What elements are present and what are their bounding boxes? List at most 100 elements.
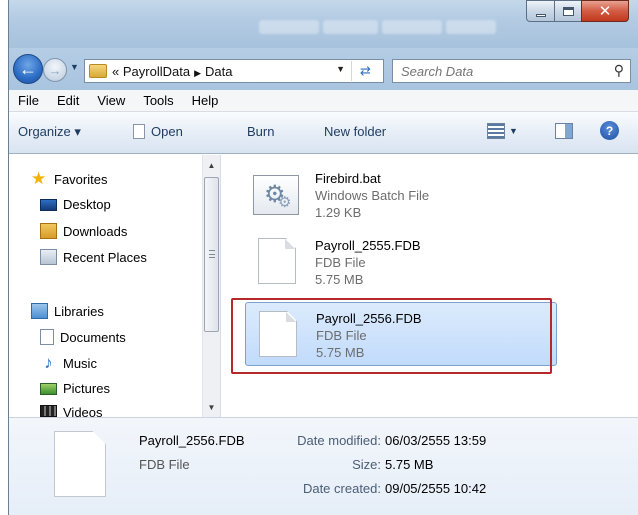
sidebar-item-recent-places[interactable]: Recent Places (40, 249, 147, 265)
navigation-pane: ★ Favorites Desktop Downloads Recent Plac… (9, 155, 221, 417)
search-box[interactable]: ⚲ (392, 59, 631, 83)
navigation-bar: ← → ▼ « PayrollData ▶ Data ▼ ⇄ ⚲ (9, 48, 638, 90)
sidebar-label: Documents (60, 329, 126, 345)
forward-button[interactable]: → (43, 58, 67, 82)
sidebar-item-documents[interactable]: Documents (40, 329, 126, 345)
star-icon: ★ (31, 169, 47, 188)
preview-pane-icon[interactable] (555, 123, 573, 139)
close-button[interactable]: ✕ (581, 0, 629, 22)
command-bar: Organize ▾ Open Burn New folder ▼ ? (9, 112, 638, 154)
date-modified-label: Date modified: (297, 433, 381, 448)
breadcrumb-separator-icon[interactable]: ▶ (194, 68, 201, 78)
breadcrumb-data[interactable]: Data (205, 64, 232, 79)
file-type: FDB File (315, 255, 366, 270)
close-icon: ✕ (598, 3, 612, 20)
document-icon (259, 311, 297, 357)
document-icon (258, 238, 296, 284)
open-label: Open (151, 124, 183, 139)
sidebar-item-downloads[interactable]: Downloads (40, 223, 127, 239)
recent-pages-dropdown[interactable]: ▼ (70, 62, 79, 72)
help-icon[interactable]: ? (600, 121, 619, 140)
search-icon[interactable]: ⚲ (614, 62, 624, 79)
file-type: Windows Batch File (315, 188, 430, 203)
desktop-icon (40, 198, 57, 211)
sidebar-item-pictures[interactable]: Pictures (40, 381, 110, 396)
file-item-payroll-2556[interactable]: Payroll_2556.FDB FDB File 5.75 MB (245, 302, 557, 366)
libraries-icon (31, 303, 48, 319)
maximize-icon (562, 6, 574, 16)
file-type: FDB File (316, 328, 367, 343)
view-options-dropdown-icon[interactable]: ▼ (509, 126, 518, 136)
menu-edit[interactable]: Edit (48, 93, 88, 108)
sidebar-item-favorites[interactable]: ★ Favorites (31, 169, 108, 188)
grip-icon (209, 250, 215, 258)
change-view-icon[interactable] (487, 123, 505, 139)
title-bar[interactable]: ✕ (9, 0, 638, 48)
scroll-up-icon[interactable]: ▲ (203, 157, 220, 173)
minimize-button[interactable] (526, 0, 554, 22)
maximize-button[interactable] (554, 0, 581, 22)
address-dropdown-icon[interactable]: ▼ (336, 64, 345, 74)
sidebar-label: Libraries (54, 303, 104, 319)
file-size: 1.29 KB (315, 205, 362, 220)
size-label: Size: (352, 457, 381, 472)
sidebar-label: Desktop (63, 197, 111, 212)
file-item-firebird-bat[interactable]: ⚙ ⚙ Firebird.bat Windows Batch File 1.29 … (245, 163, 557, 227)
address-bar[interactable]: « PayrollData ▶ Data ▼ ⇄ (84, 59, 384, 83)
sidebar-label: Favorites (54, 171, 108, 187)
sidebar-scrollbar[interactable]: ▲ ▼ (202, 155, 220, 417)
sidebar-item-videos[interactable]: Videos (40, 405, 103, 417)
videos-icon (40, 405, 57, 417)
file-item-payroll-2555[interactable]: Payroll_2555.FDB FDB File 5.75 MB (245, 230, 557, 294)
refresh-icon[interactable]: ⇄ (351, 61, 379, 81)
downloads-folder-icon (40, 223, 57, 239)
sidebar-label: Pictures (63, 381, 110, 396)
details-pane: Payroll_2556.FDB FDB File Date modified:… (9, 417, 638, 515)
file-icon-container: ⚙ ⚙ (253, 171, 301, 219)
breadcrumb-overflow[interactable]: « (112, 64, 119, 79)
menu-help[interactable]: Help (183, 93, 228, 108)
file-name: Payroll_2555.FDB (315, 238, 421, 253)
sidebar-label: Recent Places (63, 249, 147, 265)
scroll-down-icon[interactable]: ▼ (203, 399, 220, 415)
sidebar-item-libraries[interactable]: Libraries (31, 303, 104, 319)
arrow-left-icon: ← (19, 58, 37, 79)
file-icon-container (254, 311, 302, 359)
arrow-right-icon: → (48, 62, 62, 78)
date-created-label: Date created: (302, 481, 381, 496)
sidebar-label: Music (63, 355, 97, 371)
scrollbar-thumb[interactable] (204, 177, 219, 332)
blurred-background-tabs (259, 20, 496, 34)
date-created-value: 09/05/2555 10:42 (385, 481, 487, 496)
back-button[interactable]: ← (13, 54, 43, 84)
details-file-type: FDB File (139, 457, 190, 472)
sidebar-item-music[interactable]: ♪ Music (40, 354, 97, 371)
open-button[interactable]: Open (133, 124, 183, 139)
sidebar-item-desktop[interactable]: Desktop (40, 197, 111, 212)
size-value: 5.75 MB (385, 457, 434, 472)
file-list: ⚙ ⚙ Firebird.bat Windows Batch File 1.29 … (222, 155, 638, 417)
window-caption-buttons: ✕ (526, 0, 629, 22)
pictures-icon (40, 382, 57, 395)
menu-tools[interactable]: Tools (134, 93, 182, 108)
minimize-icon (535, 13, 546, 17)
menu-file[interactable]: File (9, 93, 48, 108)
date-modified-value: 06/03/2555 13:59 (385, 433, 487, 448)
breadcrumb: « PayrollData ▶ Data (112, 64, 232, 79)
organize-button[interactable]: Organize ▾ (18, 124, 81, 140)
burn-button[interactable]: Burn (247, 124, 274, 139)
new-folder-button[interactable]: New folder (324, 124, 386, 139)
recent-places-icon (40, 249, 57, 265)
sidebar-label: Downloads (63, 223, 128, 239)
menu-bar: File Edit View Tools Help (9, 90, 638, 112)
search-input[interactable] (393, 63, 593, 79)
sidebar-label: Videos (63, 405, 103, 417)
file-size: 5.75 MB (316, 345, 365, 360)
breadcrumb-payrolldata[interactable]: PayrollData (123, 64, 190, 79)
file-name: Payroll_2556.FDB (316, 311, 422, 326)
menu-view[interactable]: View (88, 93, 134, 108)
gear-icon: ⚙ (278, 194, 292, 211)
document-thumbnail-icon (54, 431, 106, 497)
batch-file-icon: ⚙ ⚙ (253, 175, 299, 215)
folder-icon (89, 64, 107, 78)
